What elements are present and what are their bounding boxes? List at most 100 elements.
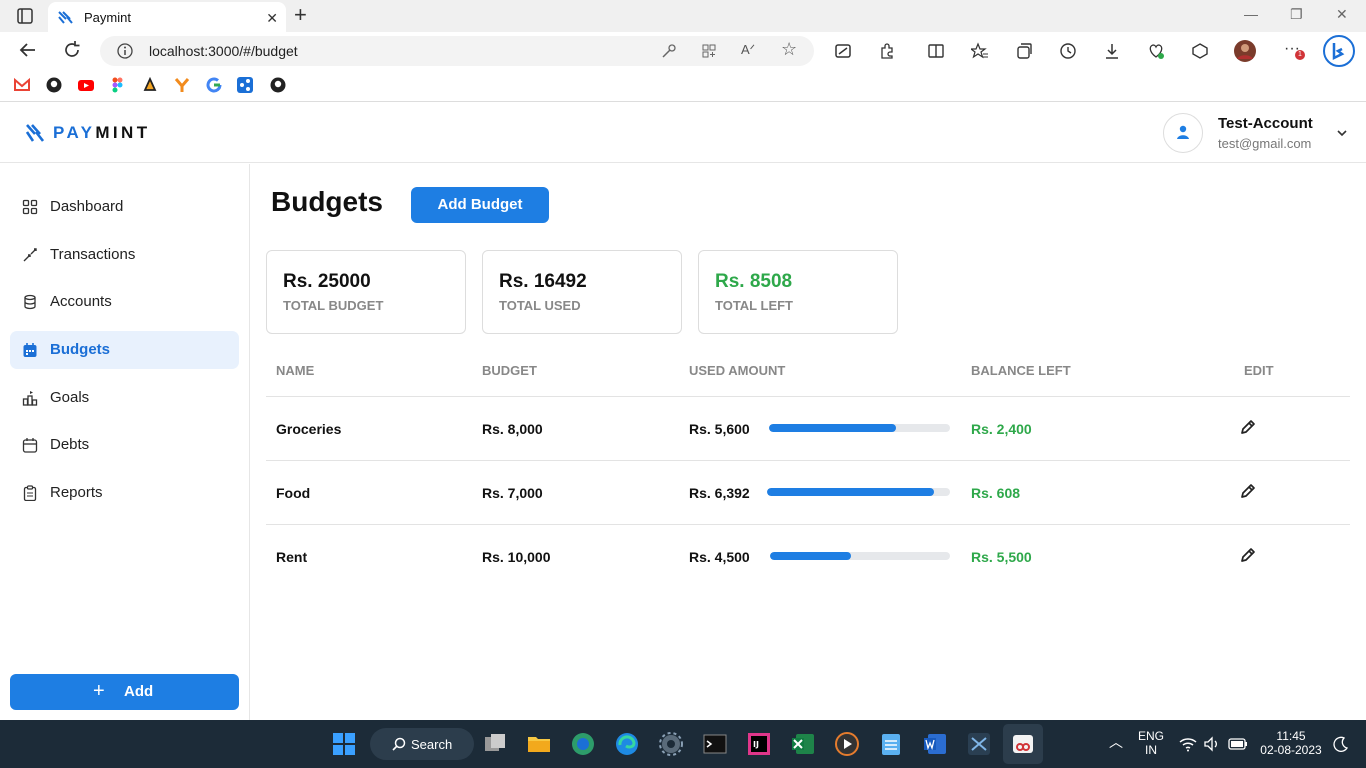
page-title: Budgets [271, 186, 383, 217]
sidebar-item-accounts[interactable]: Accounts [10, 283, 239, 321]
history-icon[interactable] [1059, 42, 1077, 60]
sidebar-item-debts[interactable]: Debts [10, 426, 239, 464]
profile-menu[interactable]: Test-Account test@gmail.com [1163, 113, 1363, 153]
calendar-icon [23, 343, 37, 357]
app-available-icon[interactable] [701, 43, 717, 59]
paymint-logo-icon [26, 124, 44, 142]
share-app-icon[interactable] [237, 77, 253, 93]
sidebar-item-label: Accounts [50, 293, 112, 310]
file-explorer-icon[interactable] [527, 732, 551, 756]
add-budget-button[interactable]: Add Budget [411, 187, 549, 223]
read-aloud-icon[interactable]: Aᐟ [741, 42, 755, 58]
browser-tab[interactable]: Paymint ✕ [48, 2, 286, 32]
intellij-icon[interactable]: IJ [747, 732, 771, 756]
sidebar: Dashboard Transactions Accounts Budgets … [0, 164, 250, 720]
new-tab-icon[interactable]: + [294, 4, 307, 26]
bookmarks-bar [0, 70, 1366, 102]
postman-icon[interactable] [174, 77, 190, 93]
chevron-up-icon[interactable]: ︿ [1109, 732, 1123, 752]
usage-progress-fill [767, 488, 935, 496]
settings-gear-icon[interactable] [659, 732, 683, 756]
usage-progress-bar [770, 552, 950, 560]
sidebar-item-dashboard[interactable]: Dashboard [10, 188, 239, 226]
youtube-icon[interactable] [78, 77, 94, 93]
search-label: Search [411, 737, 453, 752]
edit-pencil-icon[interactable] [1238, 417, 1258, 437]
row-budget: Rs. 7,000 [482, 485, 543, 501]
sidebar-item-reports[interactable]: Reports [10, 474, 239, 512]
windows-start-icon[interactable] [332, 732, 356, 756]
info-icon[interactable] [117, 43, 133, 59]
address-bar[interactable]: localhost:3000/#/budget Aᐟ ☆ [100, 36, 814, 66]
notepad-icon[interactable] [879, 732, 903, 756]
word-icon[interactable] [923, 732, 947, 756]
wifi-icon[interactable] [1179, 736, 1197, 752]
usage-progress-bar [767, 488, 950, 496]
sidebar-item-budgets[interactable]: Budgets [10, 331, 239, 369]
refresh-icon[interactable] [62, 40, 82, 60]
task-view-icon[interactable] [483, 732, 507, 756]
split-screen-icon[interactable] [927, 42, 945, 60]
close-tab-icon[interactable]: ✕ [266, 10, 278, 27]
language-indicator[interactable]: ENG IN [1136, 729, 1166, 757]
vscode-icon[interactable] [967, 732, 991, 756]
plus-icon: + [93, 680, 105, 702]
row-name: Groceries [276, 421, 342, 437]
summary-card-total-left: Rs. 8508 TOTAL LEFT [698, 250, 898, 334]
sidebar-item-goals[interactable]: Goals [10, 379, 239, 417]
calendar-icon [22, 438, 38, 453]
paymint-logo[interactable]: PAYMINT [26, 123, 151, 143]
excel-icon[interactable] [791, 732, 815, 756]
browser-essentials-icon[interactable] [1191, 42, 1209, 60]
screenshot-icon[interactable] [834, 42, 852, 60]
arrows-icon [23, 248, 37, 262]
google-icon[interactable] [206, 77, 222, 93]
github-icon[interactable] [46, 77, 62, 93]
media-player-icon[interactable] [835, 732, 859, 756]
edge-profile-icon[interactable] [571, 732, 595, 756]
close-window-icon[interactable]: ✕ [1336, 6, 1348, 23]
taskbar-search[interactable]: Search [370, 728, 474, 760]
download-icon[interactable] [1103, 42, 1121, 60]
performance-icon[interactable] [1147, 42, 1165, 60]
usage-progress-bar [769, 424, 950, 432]
favorites-icon[interactable] [971, 42, 989, 60]
row-name: Food [276, 485, 311, 501]
pen-tool-icon[interactable] [142, 77, 158, 93]
app-root: PAYMINT Test-Account test@gmail.com Dash… [0, 103, 1366, 720]
battery-icon[interactable] [1228, 736, 1248, 752]
moon-icon[interactable] [1333, 736, 1349, 752]
avatar[interactable] [1163, 113, 1203, 153]
back-icon[interactable] [18, 40, 38, 60]
usage-progress-fill [769, 424, 896, 432]
row-balance: Rs. 608 [971, 485, 1021, 501]
figma-icon[interactable] [110, 77, 126, 93]
summary-caption: TOTAL USED [499, 298, 581, 313]
snipping-tool-icon[interactable] [1011, 732, 1035, 756]
sidebar-item-transactions[interactable]: Transactions [10, 236, 239, 274]
minimize-icon[interactable]: — [1244, 6, 1258, 22]
key-icon[interactable] [661, 43, 677, 59]
sidebar-item-label: Goals [50, 389, 90, 406]
sidebar-item-label: Transactions [50, 246, 136, 263]
edge-icon[interactable] [615, 732, 639, 756]
url-text[interactable]: localhost:3000/#/budget [149, 43, 298, 59]
favorite-star-icon[interactable]: ☆ [781, 39, 797, 60]
chevron-down-icon[interactable] [1336, 127, 1348, 139]
bing-icon[interactable] [1323, 35, 1355, 67]
extensions-icon[interactable] [878, 42, 896, 60]
volume-icon[interactable] [1203, 736, 1221, 752]
edit-pencil-icon[interactable] [1238, 481, 1258, 501]
restore-icon[interactable]: ❐ [1290, 6, 1303, 23]
terminal-icon[interactable] [703, 732, 727, 756]
add-button[interactable]: + Add [10, 674, 239, 710]
gmail-icon[interactable] [14, 77, 30, 93]
tab-actions-icon[interactable] [16, 7, 34, 25]
taskbar: Search IJ ︿ ENG IN 11:45 02-08-2023 [0, 720, 1366, 768]
user-avatar-icon[interactable] [1234, 40, 1256, 62]
github-icon[interactable] [270, 77, 286, 93]
summary-card-total-budget: Rs. 25000 TOTAL BUDGET [266, 250, 466, 334]
edit-pencil-icon[interactable] [1238, 545, 1258, 565]
collections-icon[interactable] [1015, 42, 1033, 60]
clock[interactable]: 11:45 02-08-2023 [1256, 729, 1326, 757]
